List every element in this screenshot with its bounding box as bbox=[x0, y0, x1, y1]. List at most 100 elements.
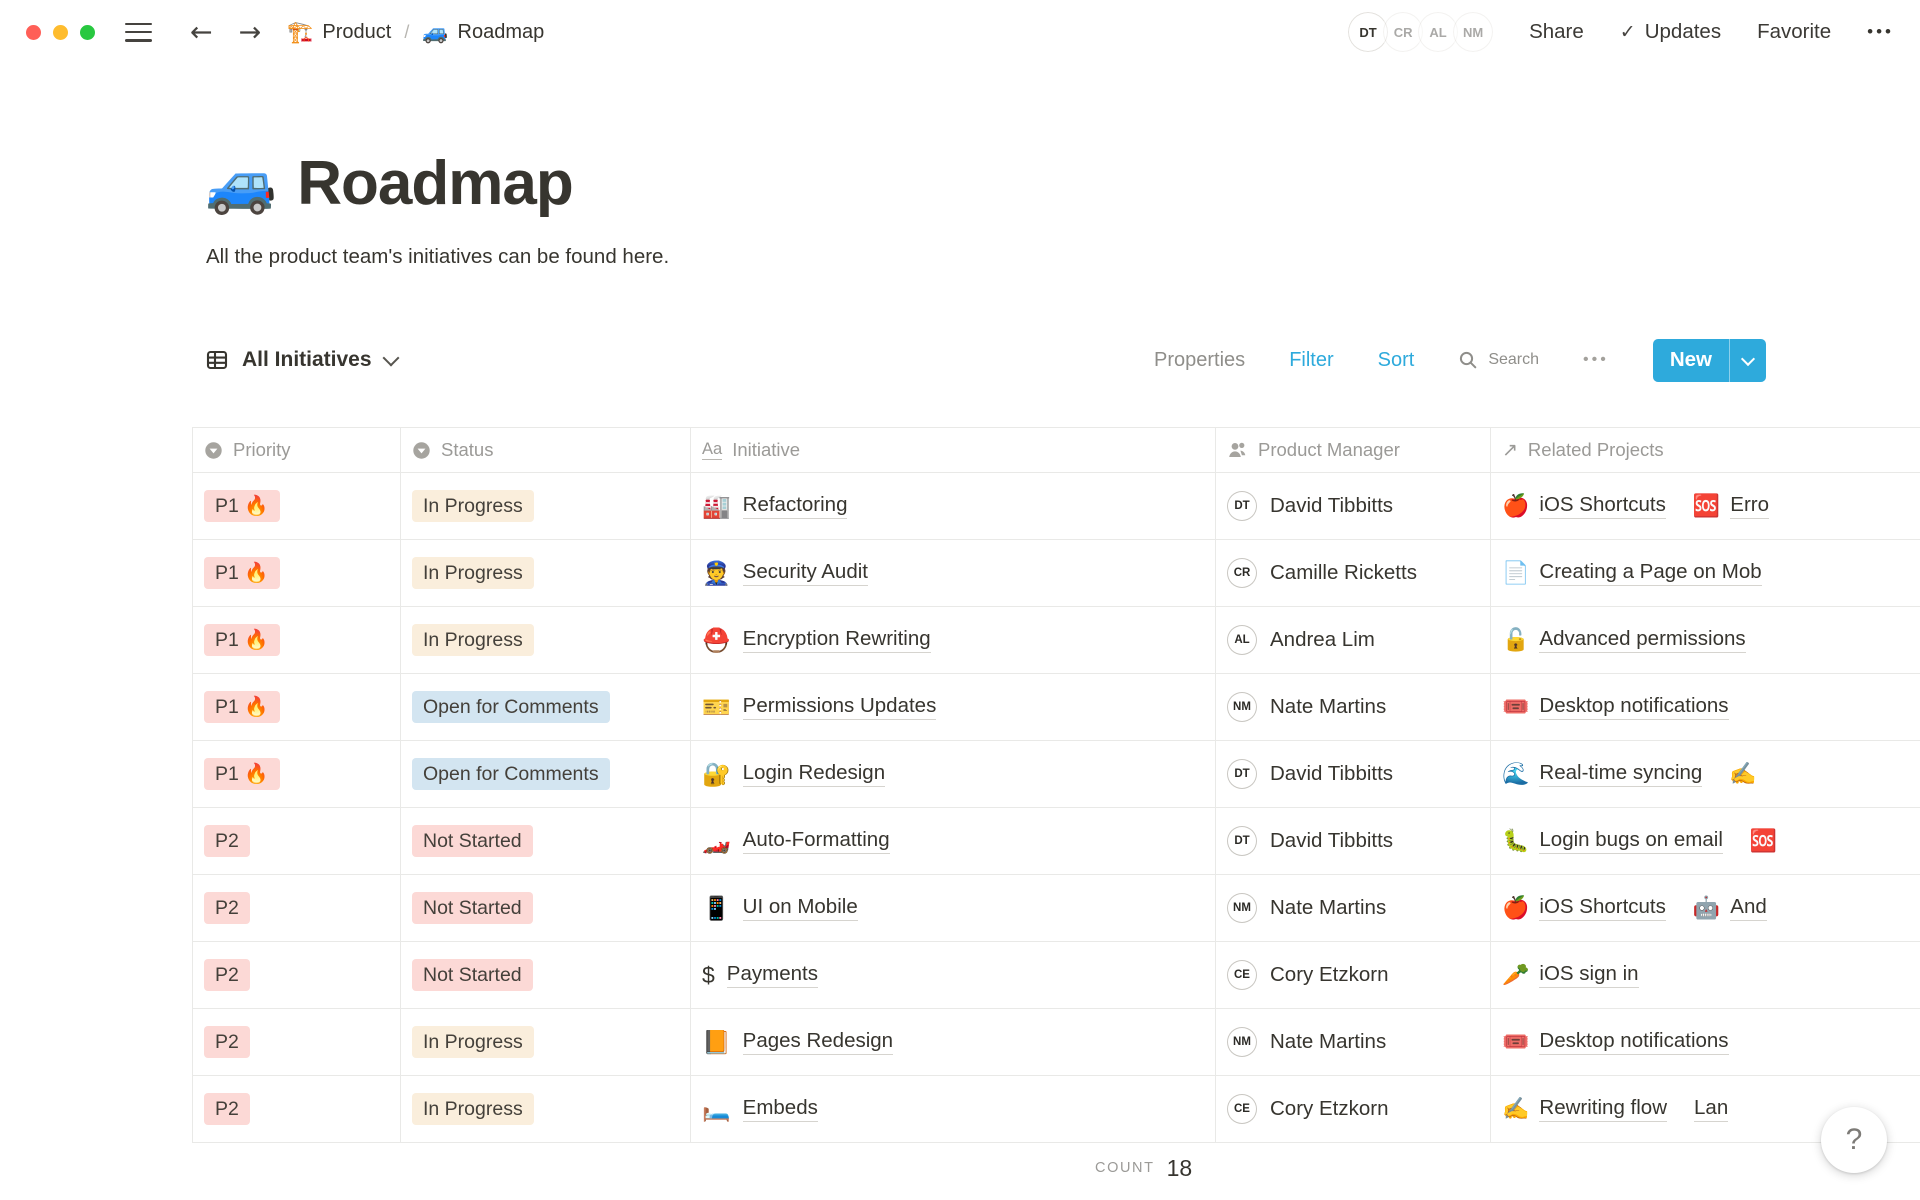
product-manager-cell[interactable]: NM Nate Martins bbox=[1216, 875, 1491, 941]
related-projects-cell[interactable]: 🐛Login bugs on email 🆘 bbox=[1491, 808, 1920, 874]
related-project-link[interactable]: 🤖And bbox=[1693, 895, 1767, 921]
product-manager-cell[interactable]: CE Cory Etzkorn bbox=[1216, 942, 1491, 1008]
priority-cell[interactable]: P2 bbox=[193, 808, 401, 874]
initiative-page-link[interactable]: UI on Mobile bbox=[743, 895, 858, 921]
status-pill[interactable]: Not Started bbox=[412, 892, 533, 924]
product-manager-cell[interactable]: NM Nate Martins bbox=[1216, 674, 1491, 740]
initiative-page-link[interactable]: Permissions Updates bbox=[743, 694, 937, 720]
status-cell[interactable]: In Progress bbox=[401, 540, 691, 606]
product-manager-cell[interactable]: DT David Tibbitts bbox=[1216, 741, 1491, 807]
status-cell[interactable]: In Progress bbox=[401, 1076, 691, 1142]
initiative-cell[interactable]: $ Payments bbox=[691, 942, 1216, 1008]
initiative-cell[interactable]: 👮 Security Audit bbox=[691, 540, 1216, 606]
priority-pill[interactable]: P1 🔥 bbox=[204, 691, 280, 723]
product-manager-cell[interactable]: AL Andrea Lim bbox=[1216, 607, 1491, 673]
collaborator-avatar[interactable]: NM bbox=[1451, 10, 1495, 54]
close-window-button[interactable] bbox=[26, 25, 41, 40]
related-project-link[interactable]: 🐛Login bugs on email bbox=[1502, 828, 1723, 854]
related-project-link[interactable]: 🥕iOS sign in bbox=[1502, 962, 1639, 988]
status-pill[interactable]: In Progress bbox=[412, 1093, 534, 1125]
new-button-chevron[interactable] bbox=[1730, 339, 1766, 382]
sort-button[interactable]: Sort bbox=[1378, 349, 1415, 372]
priority-cell[interactable]: P2 bbox=[193, 942, 401, 1008]
initiative-page-link[interactable]: Login Redesign bbox=[743, 761, 885, 787]
related-projects-cell[interactable]: 🍎iOS Shortcuts 🆘Erro bbox=[1491, 473, 1920, 539]
search-button[interactable]: Search bbox=[1458, 350, 1539, 370]
related-projects-cell[interactable]: 🌊Real-time syncing✍️ bbox=[1491, 741, 1920, 807]
forward-arrow-icon[interactable]: → bbox=[239, 19, 262, 46]
related-project-link[interactable]: 🆘Erro bbox=[1693, 493, 1769, 519]
related-project-link[interactable]: 🎟️Desktop notifications bbox=[1502, 694, 1729, 720]
more-options-icon[interactable]: ••• bbox=[1867, 22, 1894, 42]
status-cell[interactable]: Open for Comments bbox=[401, 741, 691, 807]
initiative-cell[interactable]: 🏎️ Auto-Formatting bbox=[691, 808, 1216, 874]
related-projects-cell[interactable]: 📄Creating a Page on Mob bbox=[1491, 540, 1920, 606]
product-manager-cell[interactable]: DT David Tibbitts bbox=[1216, 473, 1491, 539]
priority-pill[interactable]: P1 🔥 bbox=[204, 758, 280, 790]
column-header-initiative[interactable]: AaInitiative bbox=[691, 428, 1216, 472]
product-manager-cell[interactable]: CR Camille Ricketts bbox=[1216, 540, 1491, 606]
status-cell[interactable]: Not Started bbox=[401, 942, 691, 1008]
related-projects-cell[interactable]: 🥕iOS sign in bbox=[1491, 942, 1920, 1008]
related-project-link[interactable]: 📄Creating a Page on Mob bbox=[1502, 560, 1762, 586]
priority-cell[interactable]: P1 🔥 bbox=[193, 540, 401, 606]
priority-cell[interactable]: P2 bbox=[193, 875, 401, 941]
initiative-page-link[interactable]: Pages Redesign bbox=[743, 1029, 893, 1055]
column-header-priority[interactable]: Priority bbox=[193, 428, 401, 472]
related-project-link[interactable]: 🍎iOS Shortcuts bbox=[1502, 895, 1666, 921]
related-projects-cell[interactable]: 🎟️Desktop notifications bbox=[1491, 674, 1920, 740]
initiative-page-link[interactable]: Encryption Rewriting bbox=[743, 627, 931, 653]
status-pill[interactable]: Open for Comments bbox=[412, 691, 610, 723]
initiative-page-link[interactable]: Security Audit bbox=[743, 560, 868, 586]
related-project-link[interactable]: ✍️Rewriting flow bbox=[1502, 1096, 1667, 1122]
minimize-window-button[interactable] bbox=[53, 25, 68, 40]
related-project-link[interactable]: 🆘 bbox=[1750, 830, 1787, 852]
status-cell[interactable]: Open for Comments bbox=[401, 674, 691, 740]
priority-cell[interactable]: P1 🔥 bbox=[193, 473, 401, 539]
status-cell[interactable]: In Progress bbox=[401, 1009, 691, 1075]
status-pill[interactable]: Open for Comments bbox=[412, 758, 610, 790]
status-pill[interactable]: In Progress bbox=[412, 490, 534, 522]
product-manager-cell[interactable]: DT David Tibbitts bbox=[1216, 808, 1491, 874]
priority-cell[interactable]: P2 bbox=[193, 1009, 401, 1075]
status-cell[interactable]: Not Started bbox=[401, 808, 691, 874]
filter-button[interactable]: Filter bbox=[1289, 349, 1333, 372]
initiative-page-link[interactable]: Embeds bbox=[743, 1096, 818, 1122]
help-button[interactable]: ? bbox=[1821, 1107, 1887, 1173]
initiative-cell[interactable]: 📱 UI on Mobile bbox=[691, 875, 1216, 941]
initiative-cell[interactable]: 🎫 Permissions Updates bbox=[691, 674, 1216, 740]
related-project-link[interactable]: 🎟️Desktop notifications bbox=[1502, 1029, 1729, 1055]
status-cell[interactable]: In Progress bbox=[401, 473, 691, 539]
related-project-link[interactable]: 🔓Advanced permissions bbox=[1502, 627, 1746, 653]
priority-cell[interactable]: P2 bbox=[193, 1076, 401, 1142]
related-projects-cell[interactable]: 🔓Advanced permissions bbox=[1491, 607, 1920, 673]
page-icon-blue-car[interactable]: 🚙 bbox=[205, 155, 277, 213]
initiative-page-link[interactable]: Auto-Formatting bbox=[743, 828, 890, 854]
status-pill[interactable]: Not Started bbox=[412, 825, 533, 857]
table-count-row[interactable]: COUNT 18 bbox=[192, 1143, 1920, 1193]
related-project-link[interactable]: Lan bbox=[1694, 1096, 1728, 1122]
priority-pill[interactable]: P2 bbox=[204, 1093, 250, 1125]
related-projects-cell[interactable]: 🍎iOS Shortcuts 🤖And bbox=[1491, 875, 1920, 941]
column-header-pm[interactable]: Product Manager bbox=[1216, 428, 1491, 472]
status-cell[interactable]: In Progress bbox=[401, 607, 691, 673]
related-project-link[interactable]: 🍎iOS Shortcuts bbox=[1502, 493, 1666, 519]
toolbar-more-icon[interactable]: ••• bbox=[1583, 351, 1609, 369]
related-projects-cell[interactable]: 🎟️Desktop notifications bbox=[1491, 1009, 1920, 1075]
status-pill[interactable]: Not Started bbox=[412, 959, 533, 991]
view-switcher[interactable]: All Initiatives bbox=[205, 348, 397, 372]
priority-cell[interactable]: P1 🔥 bbox=[193, 674, 401, 740]
status-pill[interactable]: In Progress bbox=[412, 624, 534, 656]
initiative-cell[interactable]: 📙 Pages Redesign bbox=[691, 1009, 1216, 1075]
priority-pill[interactable]: P2 bbox=[204, 892, 250, 924]
priority-pill[interactable]: P2 bbox=[204, 1026, 250, 1058]
sidebar-menu-icon[interactable] bbox=[125, 23, 152, 42]
share-button[interactable]: Share bbox=[1529, 20, 1584, 44]
product-manager-cell[interactable]: CE Cory Etzkorn bbox=[1216, 1076, 1491, 1142]
initiative-page-link[interactable]: Refactoring bbox=[743, 493, 848, 519]
priority-pill[interactable]: P2 bbox=[204, 959, 250, 991]
favorite-button[interactable]: Favorite bbox=[1757, 20, 1831, 44]
column-header-related[interactable]: ↗Related Projects bbox=[1491, 428, 1920, 472]
initiative-cell[interactable]: ⛑️ Encryption Rewriting bbox=[691, 607, 1216, 673]
column-header-status[interactable]: Status bbox=[401, 428, 691, 472]
